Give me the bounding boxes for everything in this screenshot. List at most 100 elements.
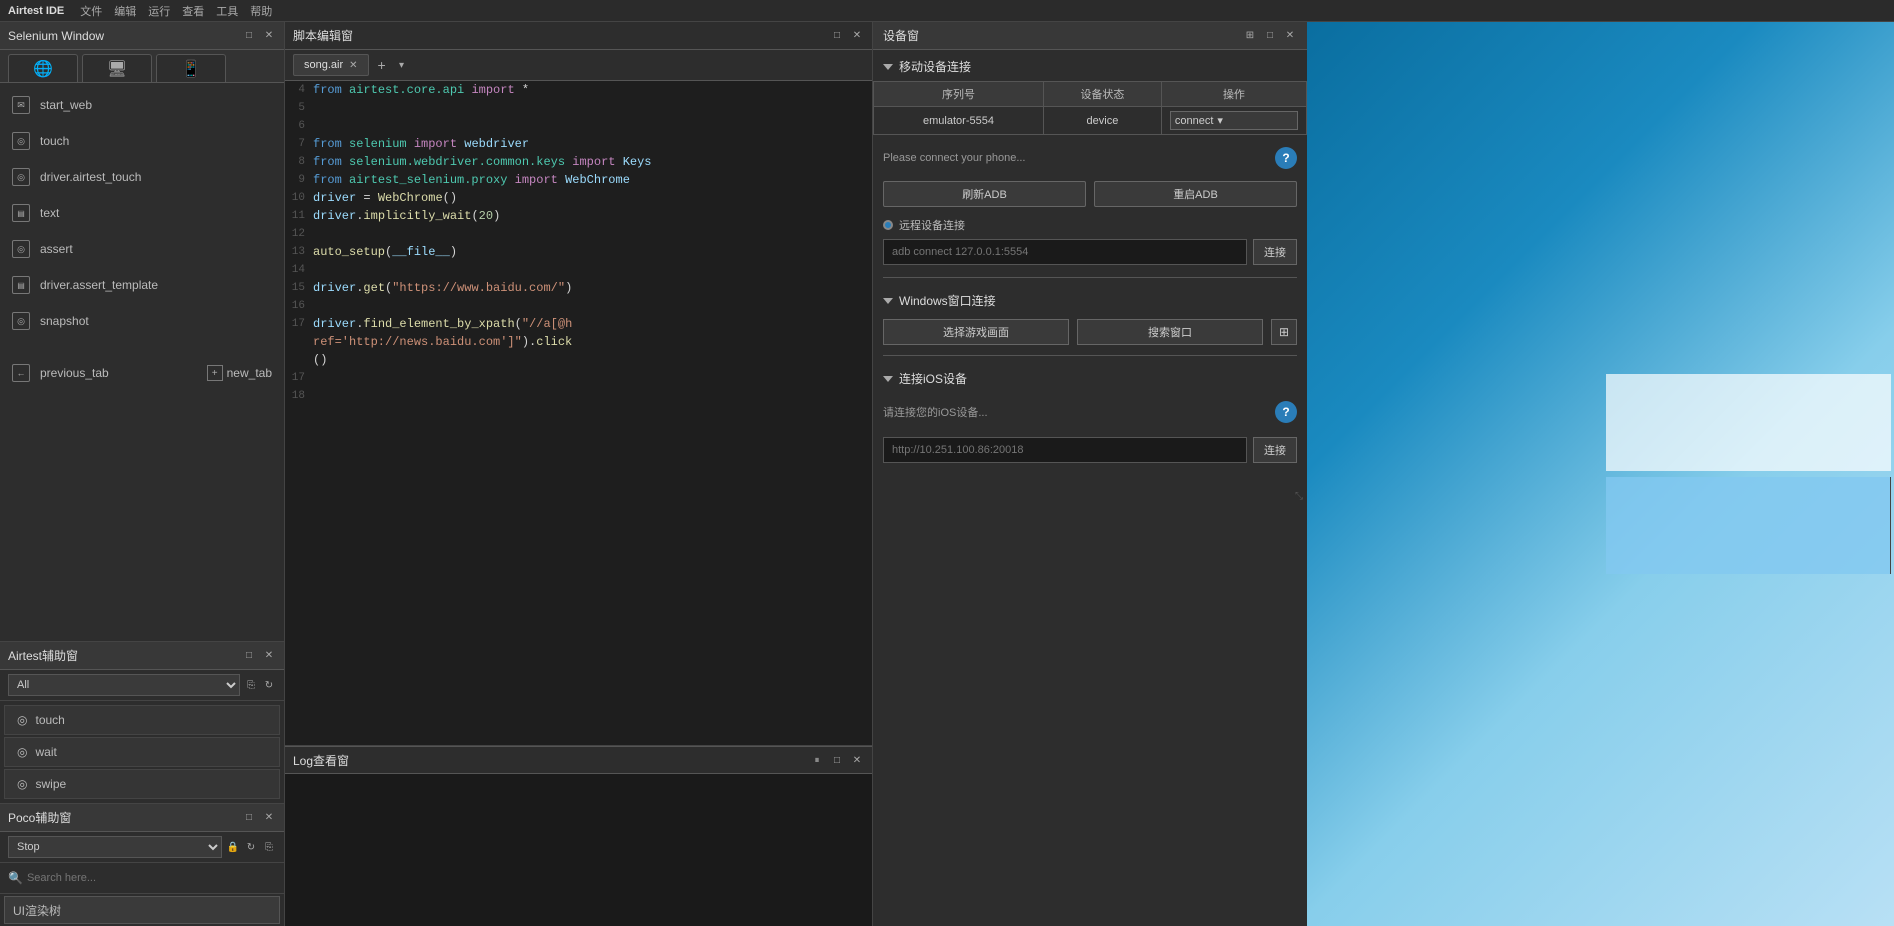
select-game-btn[interactable]: 选择游戏画面 <box>883 319 1069 345</box>
airtest-close-icon[interactable]: ✕ <box>262 649 276 663</box>
code-line-8: 8 from selenium.webdriver.common.keys im… <box>285 153 872 171</box>
remote-connect-btn[interactable]: 连接 <box>1253 239 1297 265</box>
selenium-tabs: 🌐 🖥 📱 <box>0 50 284 83</box>
table-row: emulator-5554 device connect ▾ <box>874 107 1307 135</box>
device-status: device <box>1043 107 1161 135</box>
selenium-item-label: snapshot <box>40 314 89 328</box>
refresh-adb-btn[interactable]: 刷新ADB <box>883 181 1086 207</box>
connect-dropdown[interactable]: connect ▾ <box>1170 111 1298 130</box>
airtest-swipe-label: swipe <box>35 777 66 791</box>
assert-icon: ◎ <box>12 240 30 258</box>
app-name: Airtest IDE <box>8 5 64 17</box>
col-action: 操作 <box>1161 82 1306 107</box>
start-web-icon: ✉ <box>12 96 30 114</box>
divider-1 <box>883 277 1297 278</box>
selenium-window-panel: Selenium Window □ ✕ 🌐 🖥 📱 ✉ start_web ◎ … <box>0 22 285 926</box>
radio-icon <box>883 220 893 230</box>
poco-search-input[interactable] <box>27 867 276 889</box>
help-circle-mobile[interactable]: ? <box>1275 147 1297 169</box>
selenium-item-label: start_web <box>40 98 92 112</box>
airtest-item-swipe[interactable]: ◎ swipe <box>4 769 280 799</box>
search-window-btn[interactable]: 搜索窗口 <box>1077 319 1263 345</box>
menu-edit[interactable]: 编辑 <box>114 3 136 19</box>
airtest-items-list: ◎ touch ◎ wait ◎ swipe <box>0 701 284 803</box>
tab-mobile[interactable]: 📱 <box>156 54 226 82</box>
ios-section-label: 连接iOS设备 <box>899 370 967 387</box>
editor-close-icon[interactable]: ✕ <box>850 29 864 43</box>
selenium-item-driver-airtest-touch[interactable]: ◎ driver.airtest_touch <box>0 159 284 195</box>
log-minimize-icon[interactable]: □ <box>830 753 844 767</box>
poco-minimize-icon[interactable]: □ <box>242 811 256 825</box>
airtest-panel-header: Airtest辅助窗 □ ✕ <box>0 642 284 670</box>
ios-please-connect-row: 请连接您的iOS设备... ? <box>873 393 1307 431</box>
device-action[interactable]: connect ▾ <box>1161 107 1306 135</box>
menu-view[interactable]: 查看 <box>182 3 204 19</box>
airtest-item-touch[interactable]: ◎ touch <box>4 705 280 735</box>
poco-close-icon[interactable]: ✕ <box>262 811 276 825</box>
menu-file[interactable]: 文件 <box>80 3 102 19</box>
menu-tools[interactable]: 工具 <box>216 3 238 19</box>
selenium-item-touch[interactable]: ◎ touch <box>0 123 284 159</box>
code-line-12: 12 <box>285 225 872 243</box>
device-serial: emulator-5554 <box>874 107 1044 135</box>
editor-more-icon[interactable]: ▾ <box>395 58 409 72</box>
selenium-item-previous-tab[interactable]: ← previous_tab + new_tab <box>0 355 284 391</box>
device-close-icon[interactable]: ✕ <box>1283 29 1297 43</box>
selenium-item-start_web[interactable]: ✉ start_web <box>0 87 284 123</box>
remote-label: 远程设备连接 <box>883 217 1297 233</box>
editor-title: 脚本编辑窗 <box>293 27 353 44</box>
minimize-icon[interactable]: □ <box>242 29 256 43</box>
poco-lock-icon[interactable]: 🔒 <box>226 840 240 854</box>
touch-icon: ◎ <box>12 132 30 150</box>
poco-copy-icon[interactable]: ⎘ <box>262 840 276 854</box>
code-line-5: 5 <box>285 99 872 117</box>
airtest-item-wait[interactable]: ◎ wait <box>4 737 280 767</box>
win-pane-bottom-left <box>1606 477 1891 574</box>
close-icon[interactable]: ✕ <box>262 29 276 43</box>
airtest-wait-icon: ◎ <box>17 745 27 759</box>
menu-help[interactable]: 帮助 <box>250 3 272 19</box>
editor-tab-song[interactable]: song.air ✕ <box>293 54 369 76</box>
right-section: 设备窗 ⊞ □ ✕ 移动设备连接 序列号 设备状态 操作 <box>872 22 1307 926</box>
tab-globe[interactable]: 🌐 <box>8 54 78 82</box>
log-pause-icon[interactable]: ⏸ <box>810 753 824 767</box>
divider-2 <box>883 355 1297 356</box>
code-line-16: 16 <box>285 297 872 315</box>
tab-close-icon[interactable]: ✕ <box>349 60 357 71</box>
code-line-4: 4 from airtest.core.api import * <box>285 81 872 99</box>
selenium-item-assert[interactable]: ◎ assert <box>0 231 284 267</box>
windows-desktop <box>1307 22 1894 926</box>
device-reset-icon[interactable]: ⊞ <box>1243 29 1257 43</box>
selenium-item-driver-assert-template[interactable]: ▤ driver.assert_template <box>0 267 284 303</box>
editor-add-tab-icon[interactable]: + <box>375 58 389 72</box>
editor-minimize-icon[interactable]: □ <box>830 29 844 43</box>
mobile-section-label: 移动设备连接 <box>899 58 971 75</box>
selenium-item-text[interactable]: ▤ song.air text <box>0 195 284 231</box>
restart-adb-btn[interactable]: 重启ADB <box>1094 181 1297 207</box>
device-table: 序列号 设备状态 操作 emulator-5554 device connect… <box>873 81 1307 135</box>
tab-monitor[interactable]: 🖥 <box>82 54 152 82</box>
menu-run[interactable]: 运行 <box>148 3 170 19</box>
poco-tree-item[interactable]: UI渲染树 <box>4 896 280 924</box>
airtest-minimize-icon[interactable]: □ <box>242 649 256 663</box>
windows-logo <box>1606 374 1806 574</box>
device-minimize-icon[interactable]: □ <box>1263 29 1277 43</box>
selenium-item-snapshot[interactable]: ◎ snapshot <box>0 303 284 339</box>
ios-input-field[interactable] <box>883 437 1247 463</box>
selenium-item-label: driver.assert_template <box>40 278 158 292</box>
code-line-11: 11 driver.implicitly_wait(20) <box>285 207 872 225</box>
ios-please-connect-text: 请连接您的iOS设备... <box>883 404 988 420</box>
ios-connect-btn[interactable]: 连接 <box>1253 437 1297 463</box>
poco-filter-row: Stop 🔒 ↻ ⎘ <box>0 832 284 863</box>
airtest-copy-icon[interactable]: ⎘ <box>244 678 258 692</box>
airtest-filter-select[interactable]: All <box>8 674 240 696</box>
poco-filter-select[interactable]: Stop <box>8 836 222 858</box>
driver-touch-icon: ◎ <box>12 168 30 186</box>
remote-input-field[interactable] <box>883 239 1247 265</box>
help-circle-ios[interactable]: ? <box>1275 401 1297 423</box>
snapshot-icon: ◎ <box>12 312 30 330</box>
poco-refresh-icon[interactable]: ↻ <box>244 840 258 854</box>
log-close-icon[interactable]: ✕ <box>850 753 864 767</box>
airtest-refresh-icon[interactable]: ↻ <box>262 678 276 692</box>
windows-extra-icon[interactable]: ⊞ <box>1271 319 1297 345</box>
